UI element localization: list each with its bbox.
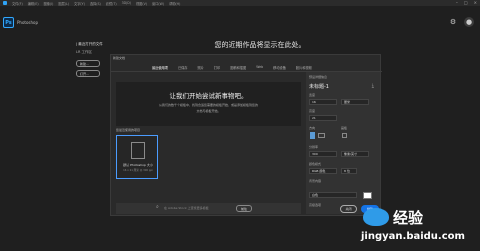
background-color-swatch[interactable] [363, 192, 372, 199]
menu-filter[interactable]: 滤镜(T) [106, 1, 117, 6]
menu-help[interactable]: 帮助(H) [169, 1, 180, 6]
preset-desc: 16 x 21 厘米 @ 300 ppi [123, 169, 153, 172]
orientation-label: 方向 [309, 126, 316, 130]
height-label: 高度 [309, 109, 316, 113]
resolution-unit-select[interactable]: 像素/英寸 [341, 151, 369, 157]
document-name-field[interactable]: 未标题-1 [309, 83, 329, 90]
save-preset-icon[interactable]: ⤓ [372, 83, 374, 89]
menu-3d[interactable]: 3D(D) [122, 1, 131, 5]
baidu-jingyan-watermark: 经验 jingyan.baidu.com [355, 205, 477, 245]
stock-search-bar: ⌕ 在 Adobe Stock 上查找更多模板 前往 [116, 203, 301, 214]
document-icon [131, 142, 145, 159]
promo-title: 让我们开始尝试新事物吧。 [169, 92, 248, 100]
promo-line-1: 从我们的数千个模板中，找到合适您需要的模板开始，或是添加模板到您的 [158, 103, 258, 107]
preset-details-heading: 预设详细信息 [309, 75, 328, 79]
top-icons: ⚙ ● [448, 17, 474, 27]
maximize-button[interactable]: □ [464, 1, 468, 5]
promo-banner: 让我们开始尝试新事物吧。 从我们的数千个模板中，找到合适您需要的模板开始，或是添… [116, 82, 301, 126]
minimize-button[interactable]: – [456, 1, 458, 5]
menu-window[interactable]: 窗口(W) [152, 1, 164, 6]
resolution-input[interactable]: 300 [309, 151, 337, 157]
unit-select[interactable]: 厘米 [341, 99, 369, 105]
watermark-text: 经验 [393, 209, 424, 227]
menu-edit[interactable]: 编辑(E) [28, 1, 39, 6]
avatar-icon[interactable]: ● [464, 17, 474, 27]
menu-type[interactable]: 文字(Y) [74, 1, 85, 6]
background-content-label: 背景内容 [309, 179, 322, 183]
menu-view[interactable]: 视图(V) [136, 1, 147, 6]
advanced-options-toggle[interactable]: 高级选项 [309, 203, 321, 207]
preset-card[interactable]: 默认 Photoshop 大小 16 x 21 厘米 @ 300 ppi [116, 135, 158, 179]
menu-select[interactable]: 选择(S) [90, 1, 101, 6]
lr-workspace-link[interactable]: LR 工作区 [76, 50, 104, 55]
menu-file[interactable]: 文件(F) [12, 1, 23, 6]
open-button[interactable]: 打开... [76, 70, 100, 77]
bit-depth-select[interactable]: 8 位 [341, 168, 357, 174]
window-controls: – □ × [456, 1, 477, 5]
portrait-orientation-icon[interactable] [310, 132, 315, 139]
new-document-dialog: 新建文档 最近使用项 已保存 照片 打印 图稿和插图 Web 移动设备 胶片和视… [110, 54, 382, 216]
stock-search-input[interactable]: 在 Adobe Stock 上查找更多模板 [164, 206, 209, 210]
photoshop-logo[interactable]: Ps [3, 17, 14, 28]
dialog-title: 新建文档 [113, 56, 126, 60]
resolution-label: 分辨率 [309, 145, 319, 149]
color-mode-label: 颜色模式 [309, 162, 322, 166]
go-button[interactable]: 前往 [236, 205, 252, 212]
ps-mini-icon [3, 1, 7, 5]
width-input[interactable]: 16 [309, 99, 337, 105]
menu-layer[interactable]: 图层(L) [58, 1, 69, 6]
app-bar: Ps Photoshop ⚙ ● [0, 14, 480, 32]
preset-name: 默认 Photoshop 大小 [123, 163, 153, 167]
app-name: Photoshop [17, 20, 39, 25]
promo-line-2: 文档与模板开始。 [196, 109, 221, 113]
watermark-url: jingyan.baidu.com [361, 231, 465, 242]
recent-items-label: 您最近使用的项目 [116, 128, 141, 132]
width-label: 宽度 [309, 93, 316, 97]
artboard-checkbox[interactable] [342, 133, 347, 138]
baidu-paw-logo [363, 208, 389, 226]
menu-image[interactable]: 图像(I) [44, 1, 54, 6]
height-input[interactable]: 21 [309, 115, 337, 121]
new-button[interactable]: 新建... [76, 60, 100, 67]
artboard-label: 画板 [341, 126, 348, 130]
recent-files-heading: | 最近打开的文件 [76, 42, 103, 46]
recent-work-title: 您的近期作品将显示在此处。 [214, 41, 306, 49]
menu-bar: 文件(F) 编辑(E) 图像(I) 图层(L) 文字(Y) 选择(S) 滤镜(T… [0, 0, 480, 6]
search-icon: ⌕ [156, 204, 159, 210]
preset-details-panel: 预设详细信息 未标题-1 ⤓ 宽度 16 厘米 高度 21 方向 画板 分辨率 … [306, 72, 380, 214]
background-content-select[interactable]: 白色 [309, 192, 357, 198]
color-mode-select[interactable]: RGB 颜色 [309, 168, 337, 174]
home-left-nav: | 最近打开的文件 LR 工作区 新建... 打开... [76, 42, 104, 80]
landscape-orientation-icon[interactable] [318, 133, 325, 138]
gear-icon[interactable]: ⚙ [448, 17, 458, 27]
close-window-button[interactable]: × [474, 1, 477, 5]
